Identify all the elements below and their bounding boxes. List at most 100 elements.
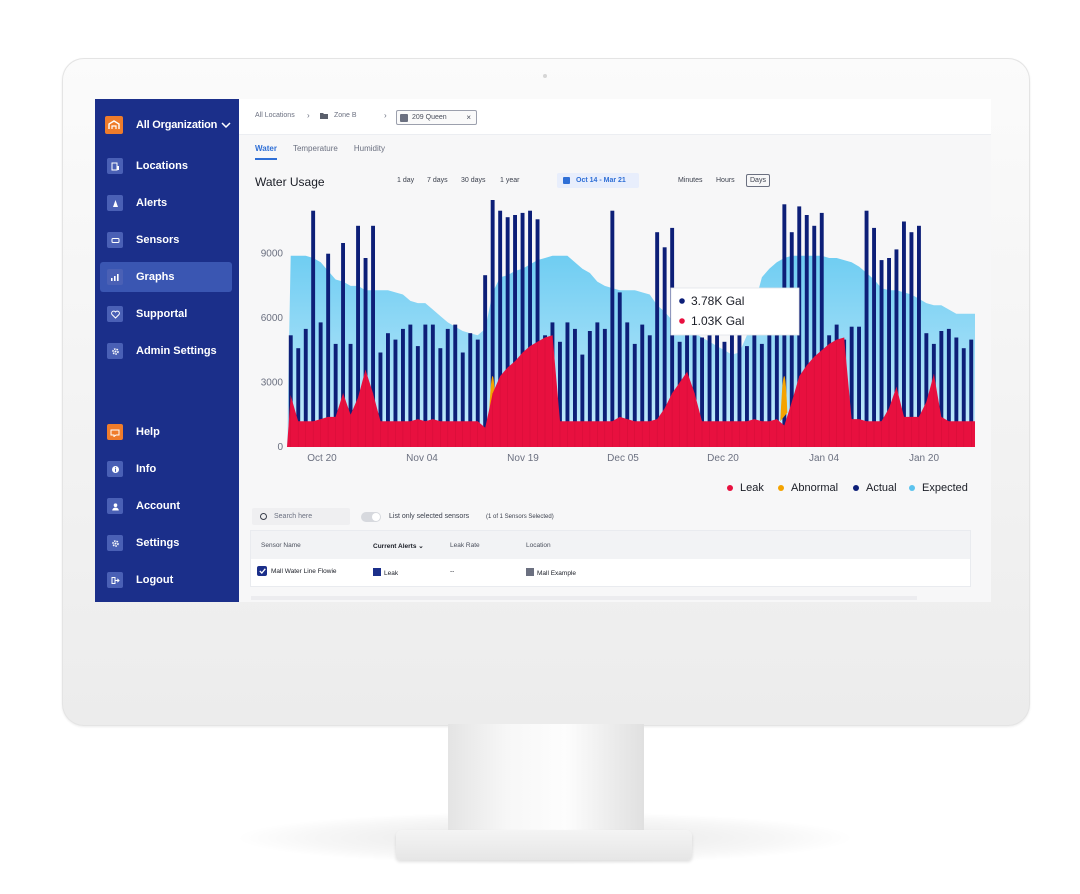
gear-icon (107, 535, 123, 551)
legend-label: Abnormal (791, 482, 839, 494)
leak-dot-icon (679, 318, 685, 324)
range-7-days-button[interactable]: 7 days (427, 177, 448, 184)
cell-alert-text: Leak (384, 570, 399, 577)
breadcrumb-location: 209 Queen (412, 114, 447, 121)
actual-dot-icon (853, 485, 859, 491)
building-icon (107, 158, 123, 174)
range-30-days-button[interactable]: 30 days (461, 177, 486, 184)
sidebar-item-label: Info (136, 463, 157, 475)
x-tick-label: Dec 20 (707, 453, 739, 464)
y-tick-label: 9000 (261, 249, 284, 260)
close-icon[interactable]: × (466, 113, 471, 122)
main-panel: All Locations › Zone B › 209 Queen × Wat… (239, 99, 991, 602)
range-1-day-button[interactable]: 1 day (397, 177, 414, 184)
tab-bar: Water Temperature Humidity (255, 144, 401, 160)
date-range-picker[interactable]: Oct 14 - Mar 21 (557, 173, 639, 188)
sidebar-item-label: Sensors (136, 234, 180, 246)
alert-icon (107, 195, 123, 211)
search-icon (260, 513, 267, 520)
tab-temperature[interactable]: Temperature (293, 144, 338, 160)
x-tick-label: Jan 20 (909, 453, 939, 464)
search-placeholder: Search here (274, 513, 313, 520)
breadcrumb-zone[interactable]: Zone B (334, 112, 357, 119)
x-tick-label: Oct 20 (307, 453, 337, 464)
org-logo-icon (105, 116, 123, 134)
cell-location-text: Mall Example (537, 570, 577, 577)
graph-icon (107, 269, 123, 285)
sidebar-item-label: Logout (136, 574, 174, 586)
sidebar-item-info[interactable]: Info (100, 454, 232, 484)
selected-sensors-toggle[interactable] (361, 512, 381, 522)
unit-days-button[interactable]: Days (746, 174, 770, 187)
tooltip-leak-value: 1.03K Gal (691, 314, 744, 328)
sidebar-item-alerts[interactable]: Alerts (100, 188, 232, 218)
sidebar-item-logout[interactable]: Logout (100, 565, 232, 595)
y-tick-label: 6000 (261, 313, 284, 324)
cell-location: Mall Example (526, 568, 576, 577)
column-location[interactable]: Location (526, 542, 551, 549)
building-icon (526, 568, 534, 576)
sidebar-item-settings[interactable]: Settings (100, 528, 232, 558)
chevron-down-icon (221, 121, 231, 128)
sidebar-item-admin-settings[interactable]: Admin Settings (100, 336, 232, 366)
breadcrumb-root[interactable]: All Locations (255, 112, 295, 119)
row-checkbox[interactable] (257, 566, 267, 576)
chart-title: Water Usage (255, 175, 325, 189)
unit-minutes-button[interactable]: Minutes (678, 177, 703, 184)
tab-water[interactable]: Water (255, 144, 277, 160)
monitor-base (396, 830, 692, 860)
actual-dot-icon (679, 298, 685, 304)
cell-sensor-name[interactable]: Mall Water Line Flowie (271, 568, 337, 575)
sidebar-item-help[interactable]: Help (100, 417, 232, 447)
legend-label: Expected (922, 482, 968, 494)
column-leak-rate[interactable]: Leak Rate (450, 542, 480, 549)
date-range-text: Oct 14 - Mar 21 (576, 177, 626, 184)
actual-bar (872, 227, 876, 447)
column-current-alerts[interactable]: Current Alerts ⌄ (373, 542, 424, 550)
x-tick-label: Dec 05 (607, 453, 639, 464)
sidebar-item-locations[interactable]: Locations (100, 151, 232, 181)
abnormal-dot-icon (778, 485, 784, 491)
breadcrumb-location-tag[interactable]: 209 Queen × (396, 110, 477, 125)
actual-bar (610, 210, 615, 447)
org-name: All Organization (136, 119, 218, 131)
sidebar-item-account[interactable]: Account (100, 491, 232, 521)
legend-label: Leak (740, 482, 764, 494)
column-sensor-name[interactable]: Sensor Name (261, 542, 301, 549)
leak-icon (373, 568, 381, 576)
sidebar-item-sensors[interactable]: Sensors (100, 225, 232, 255)
actual-bar (483, 275, 488, 447)
sensor-table: Sensor Name Current Alerts ⌄ Leak Rate L… (251, 531, 970, 586)
camera-dot (543, 74, 547, 78)
toggle-label: List only selected sensors (389, 513, 470, 520)
org-switcher[interactable]: All Organization (105, 115, 231, 135)
search-input[interactable]: Search here (252, 508, 350, 525)
help-icon (107, 424, 123, 440)
actual-bar (864, 210, 869, 447)
toggle-knob (372, 513, 380, 521)
water-usage-chart: 0 3000 6000 9000 Oct 20 Nov 04 Nov 19 Dec 05 Dec… (261, 200, 975, 464)
monitor-stand (448, 724, 644, 834)
x-tick-label: Nov 04 (406, 453, 438, 464)
sidebar-item-supportal[interactable]: Supportal (100, 299, 232, 329)
legend-leak: Leak (727, 482, 764, 494)
range-1-year-button[interactable]: 1 year (500, 177, 519, 184)
legend-label: Actual (866, 482, 897, 494)
info-icon (107, 461, 123, 477)
y-tick-label: 0 (277, 442, 283, 453)
gear-icon (107, 343, 123, 359)
x-tick-label: Nov 19 (507, 453, 539, 464)
sidebar-item-label: Alerts (136, 197, 168, 209)
chevron-right-icon: › (307, 111, 310, 120)
tooltip-actual-value: 3.78K Gal (691, 294, 744, 308)
unit-hours-button[interactable]: Hours (716, 177, 735, 184)
legend-abnormal: Abnormal (778, 482, 838, 494)
expected-dot-icon (909, 485, 915, 491)
sidebar: All Organization Locations Alerts Sensor… (95, 99, 239, 602)
cell-leak-rate: -- (450, 568, 455, 575)
tab-humidity[interactable]: Humidity (354, 144, 385, 160)
sidebar-item-label: Admin Settings (136, 345, 217, 357)
sidebar-item-graphs[interactable]: Graphs (100, 262, 232, 292)
table-header: Sensor Name Current Alerts ⌄ Leak Rate L… (251, 531, 970, 559)
sensor-icon (107, 232, 123, 248)
